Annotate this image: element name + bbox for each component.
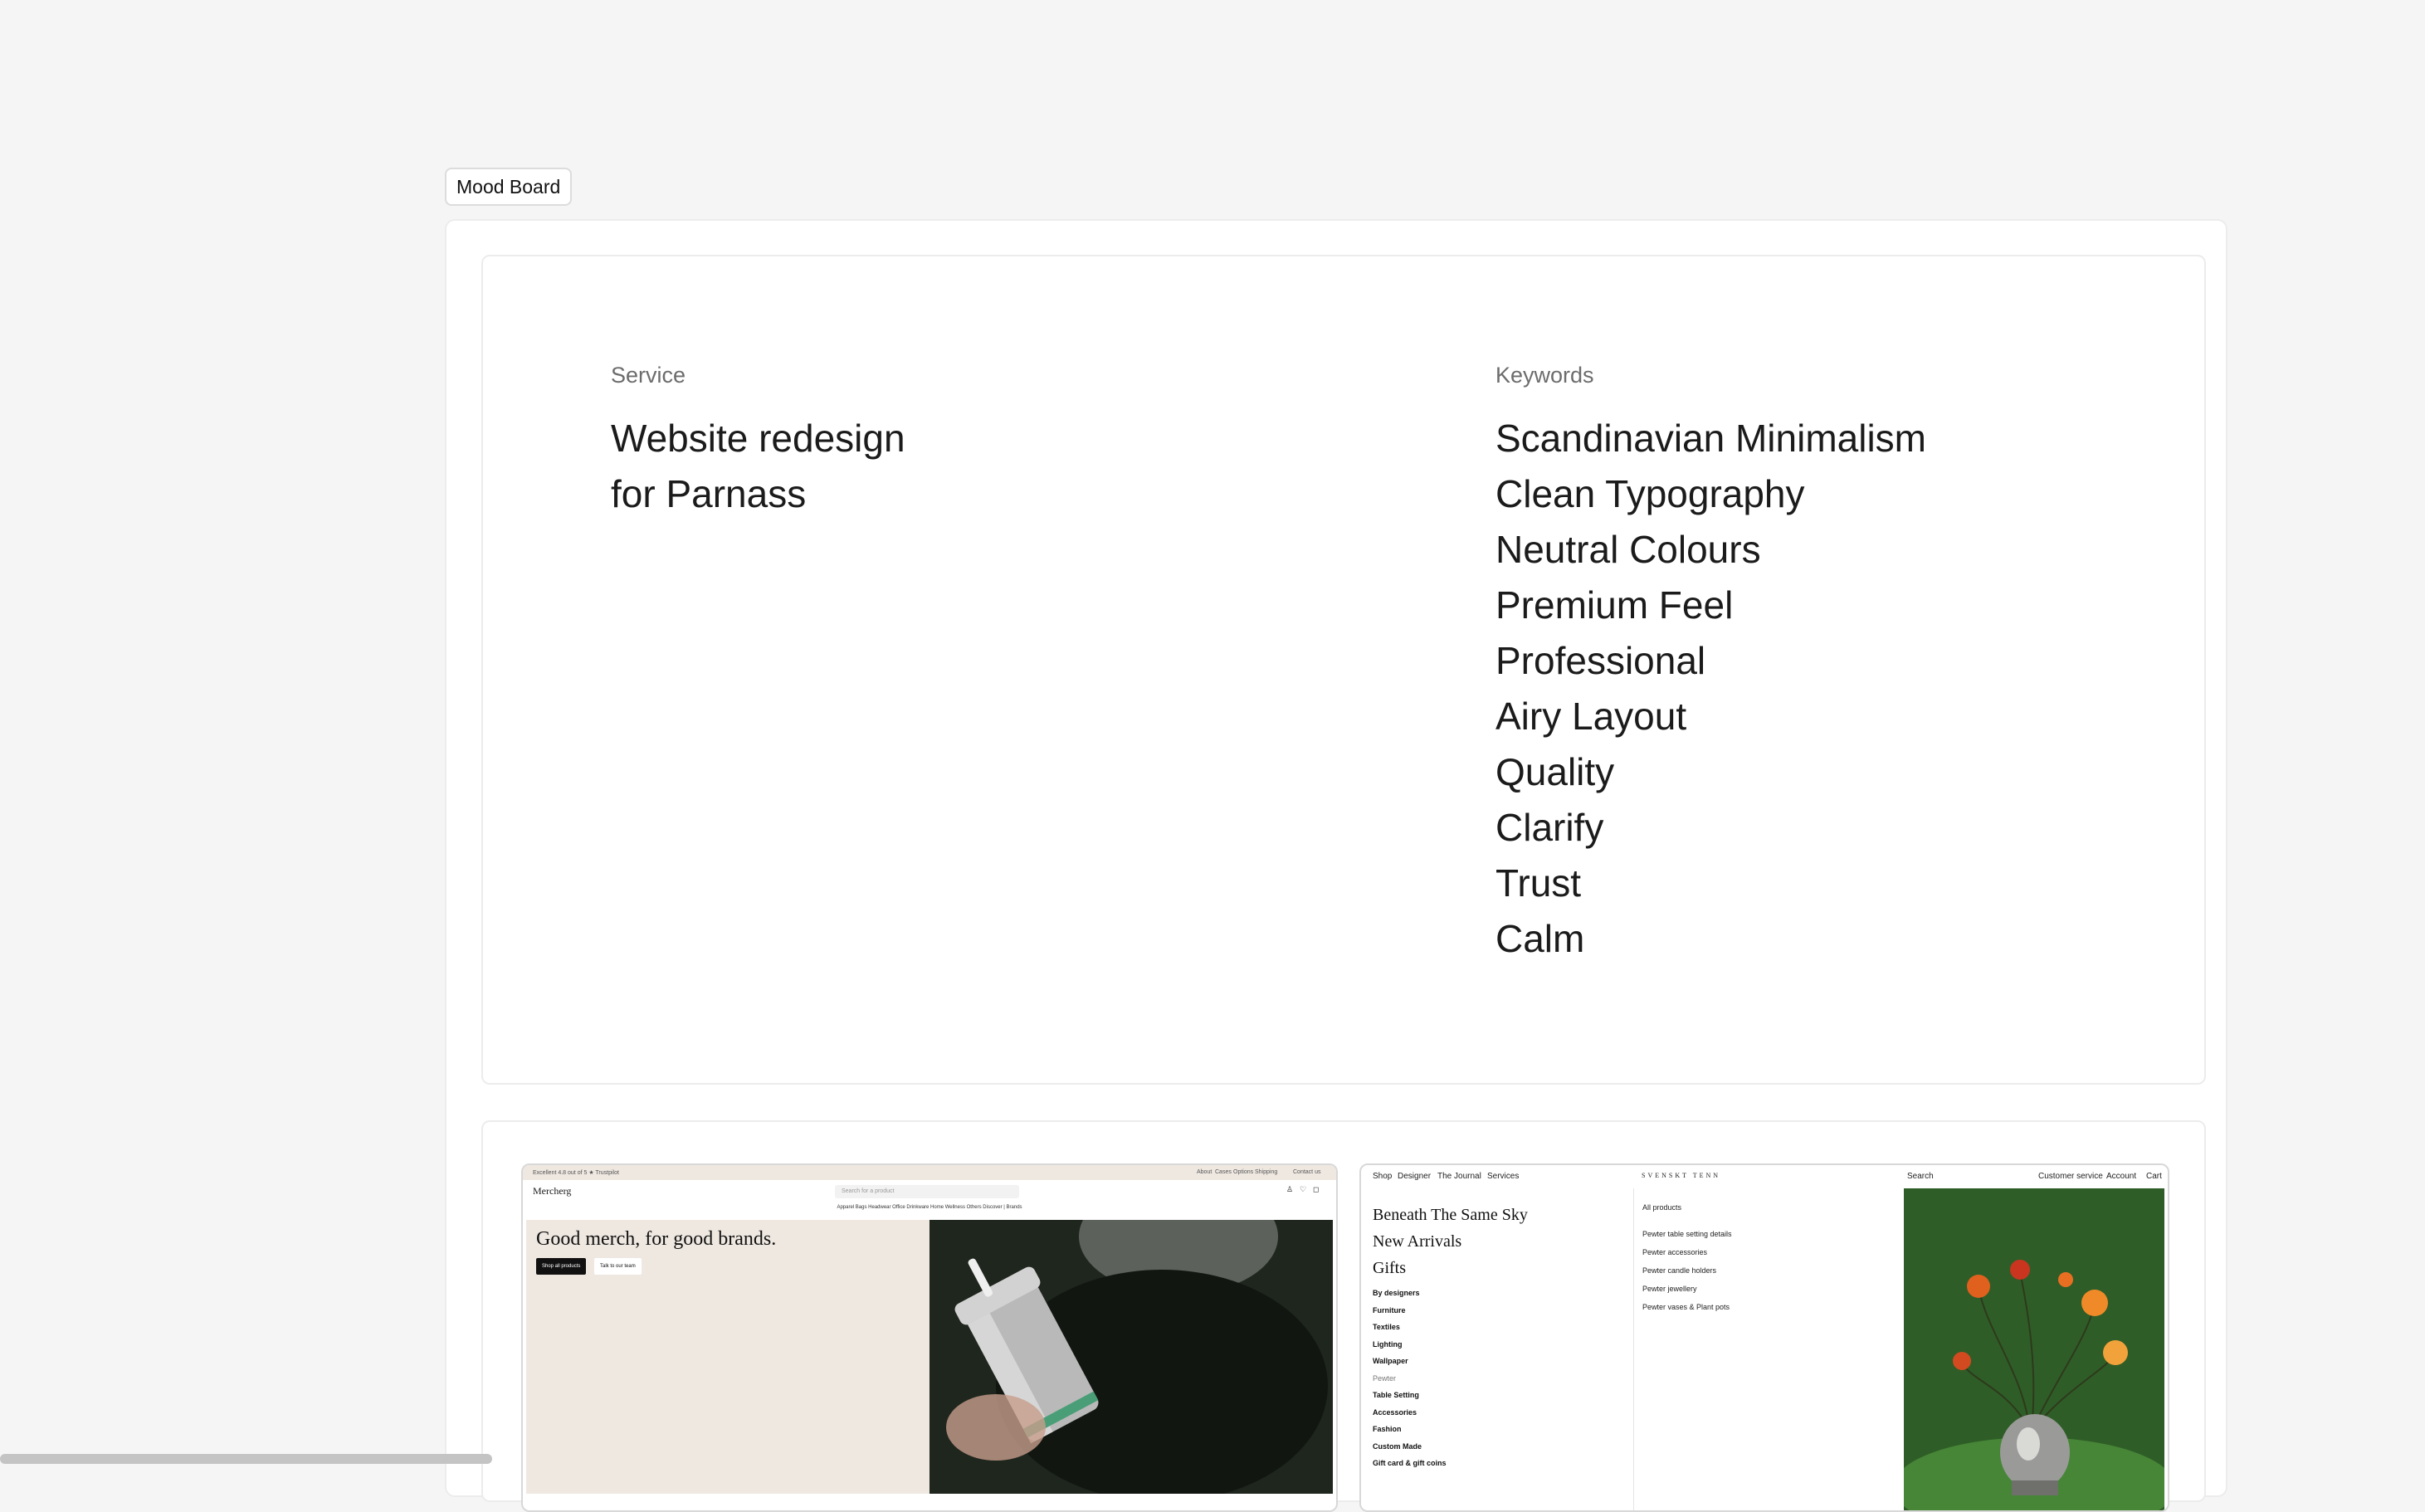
reference-mercherg[interactable]: Excellent 4.8 out of 5 ★ Trustpilot Abou…: [521, 1163, 1338, 1512]
svenskt-menu: Beneath The Same Sky New Arrivals Gifts …: [1373, 1202, 1622, 1472]
keywords-label: Keywords: [1495, 363, 1594, 388]
svenskt-menu-item: Accessories: [1373, 1407, 1417, 1417]
svenskt-menu-item: Pewter: [1373, 1373, 1397, 1383]
keyword-item: Clean Typography: [1495, 472, 1805, 515]
svenskt-menu-item: Furniture: [1373, 1305, 1406, 1314]
svenskt-submenu-item: Pewter vases & Plant pots: [1642, 1303, 1730, 1311]
svenskt-nav-item: Cart: [2146, 1172, 2162, 1181]
reference-svenskt-tenn[interactable]: Shop Designer The Journal Services SVENS…: [1359, 1163, 2169, 1512]
mercherg-link: Contact us: [1293, 1169, 1321, 1175]
svenskt-menu-item: Gift card & gift coins: [1373, 1459, 1447, 1467]
svenskt-serif-link: New Arrivals: [1373, 1232, 1462, 1251]
service-title-line2: for Parnass: [611, 472, 807, 515]
user-icon: ♙: [1286, 1185, 1294, 1193]
mercherg-link: About: [1197, 1169, 1212, 1175]
svenskt-logo: SVENSKT TENN: [1642, 1172, 1721, 1179]
mercherg-link: Cases: [1215, 1169, 1232, 1175]
svenskt-nav-item: Shop: [1373, 1172, 1393, 1181]
flower-vase-photo: [1904, 1188, 2164, 1510]
svenskt-submenu-item: Pewter accessories: [1642, 1248, 1708, 1256]
keyword-item: Professional: [1495, 639, 1706, 682]
service-title: Website redesign for Parnass: [611, 411, 905, 522]
keyword-item: Quality: [1495, 750, 1615, 793]
svenskt-submenu-title: All products: [1642, 1203, 1682, 1212]
mood-board-tag[interactable]: Mood Board: [445, 168, 573, 206]
svenskt-nav: Shop Designer The Journal Services SVENS…: [1361, 1165, 2168, 1188]
mercherg-hero-image: [930, 1220, 1333, 1494]
brief-panel: Service Website redesign for Parnass Key…: [481, 255, 2206, 1085]
svenskt-submenu-item: Pewter jewellery: [1642, 1285, 1697, 1293]
mercherg-headline: Good merch, for good brands.: [536, 1228, 777, 1250]
svenskt-nav-item: Services: [1487, 1172, 1520, 1181]
mercherg-shop-button: Shop all products: [536, 1258, 587, 1275]
mercherg-logo: Mercherg: [533, 1185, 572, 1197]
service-title-line1: Website redesign: [611, 417, 905, 460]
svenskt-menu-item: Fashion: [1373, 1425, 1402, 1433]
svenskt-flower-image: [1904, 1188, 2164, 1510]
svenskt-submenu: All products Pewter table setting detail…: [1633, 1188, 1905, 1510]
svenskt-nav-item: The Journal: [1437, 1172, 1481, 1181]
svenskt-nav-item: Customer service: [2038, 1172, 2103, 1181]
mercherg-hero-text-area: Good merch, for good brands. Shop all pr…: [526, 1220, 930, 1494]
svenskt-menu-item: Table Setting: [1373, 1391, 1419, 1399]
keyword-item: Neutral Colours: [1495, 528, 1761, 571]
svenskt-nav-item: Account: [2106, 1172, 2137, 1181]
keywords-list: Scandinavian Minimalism Clean Typography…: [1495, 411, 1926, 967]
keyword-item: Calm: [1495, 917, 1585, 960]
mercherg-link: Options: [1233, 1169, 1254, 1175]
svenskt-menu-item: Wallpaper: [1373, 1357, 1408, 1365]
tumbler-photo: [930, 1220, 1333, 1494]
svenskt-serif-link: Beneath The Same Sky: [1373, 1206, 1528, 1224]
heart-icon: ♡: [1300, 1185, 1307, 1193]
svenskt-menu-item: Lighting: [1373, 1339, 1403, 1349]
mercherg-search: Search for a product: [835, 1185, 1019, 1198]
mercherg-nav: Mercherg Search for a product ♙ ♡ ◻: [523, 1180, 1336, 1203]
bag-icon: ◻: [1313, 1185, 1320, 1193]
svenskt-submenu-item: Pewter candle holders: [1642, 1266, 1717, 1275]
references-panel: Excellent 4.8 out of 5 ★ Trustpilot Abou…: [481, 1120, 2206, 1512]
svenskt-serif-link: Gifts: [1373, 1259, 1406, 1277]
keyword-item: Trust: [1495, 861, 1582, 905]
keyword-item: Clarify: [1495, 806, 1604, 849]
svenskt-menu-item: By designers: [1373, 1289, 1420, 1297]
svenskt-nav-item: Search: [1907, 1172, 1934, 1181]
mercherg-trustpilot: Excellent 4.8 out of 5 ★ Trustpilot: [533, 1170, 619, 1176]
service-label: Service: [611, 363, 686, 388]
mercherg-topbar: Excellent 4.8 out of 5 ★ Trustpilot Abou…: [523, 1165, 1336, 1180]
keyword-item: Scandinavian Minimalism: [1495, 417, 1926, 460]
keyword-item: Airy Layout: [1495, 695, 1687, 738]
horizontal-scrollbar[interactable]: [0, 1454, 492, 1464]
mercherg-categories: Apparel Bags Headwear Office Drinkware H…: [837, 1205, 1022, 1210]
svenskt-submenu-item: Pewter table setting details: [1642, 1230, 1732, 1238]
svenskt-nav-item: Designer: [1398, 1172, 1432, 1181]
svenskt-menu-item: Custom Made: [1373, 1441, 1422, 1451]
keyword-item: Premium Feel: [1495, 583, 1734, 627]
mercherg-talk-button: Talk to our team: [594, 1258, 642, 1275]
mercherg-link: Shipping: [1255, 1169, 1278, 1175]
svenskt-menu-item: Textiles: [1373, 1323, 1400, 1331]
